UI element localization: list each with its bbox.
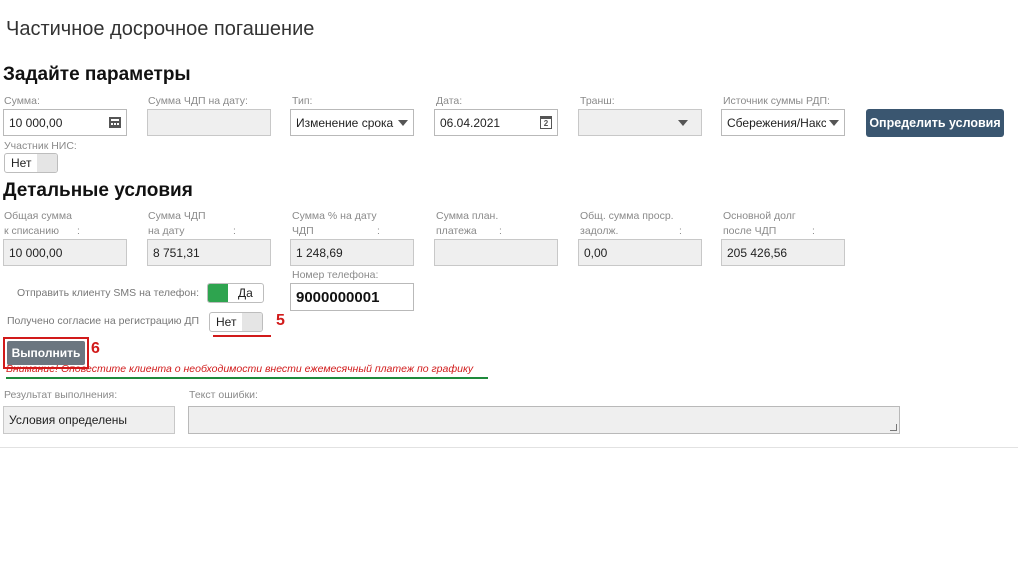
tranche-select[interactable] xyxy=(578,109,702,136)
detail-colon: : xyxy=(499,225,502,237)
chdp-amount-field: 8 751,31 xyxy=(147,239,271,266)
detail-label: на дату xyxy=(148,225,185,237)
amount-value: 10 000,00 xyxy=(9,115,63,130)
nis-participant-label: Участник НИС: xyxy=(4,140,77,152)
detail-colon: : xyxy=(679,225,682,237)
chdp-on-date-field xyxy=(147,109,271,136)
sms-value: Да xyxy=(238,286,253,300)
detail-colon: : xyxy=(377,225,380,237)
sms-toggle[interactable]: Да xyxy=(207,283,264,303)
consent-toggle[interactable]: Нет xyxy=(209,312,264,332)
detail-label: Сумма план. xyxy=(436,210,499,222)
result-label: Результат выполнения: xyxy=(4,389,118,401)
params-section-title: Задайте параметры xyxy=(3,64,191,85)
detail-colon: : xyxy=(812,225,815,237)
planned-payment-field xyxy=(434,239,558,266)
source-label: Источник суммы РДП: xyxy=(723,95,830,107)
consent-value: Нет xyxy=(216,315,237,329)
annotation-marker-5: 5 xyxy=(276,312,285,329)
detail-label: после ЧДП xyxy=(723,225,777,237)
source-value: Сбережения/Накс xyxy=(727,115,826,130)
determine-conditions-button[interactable]: Определить условия xyxy=(866,109,1004,137)
type-select[interactable]: Изменение срока xyxy=(290,109,414,136)
detail-label: задолж. xyxy=(580,225,619,237)
detail-label: платежа xyxy=(436,225,477,237)
detail-label: Основной долг xyxy=(723,210,796,222)
phone-value: 9000000001 xyxy=(296,288,380,306)
toggle-knob xyxy=(208,284,228,302)
detail-colon: : xyxy=(77,225,80,237)
type-label: Тип: xyxy=(292,95,313,107)
interest-amount-field: 1 248,69 xyxy=(290,239,414,266)
type-value: Изменение срока xyxy=(296,115,394,130)
detail-label: к списанию xyxy=(4,225,59,237)
divider xyxy=(0,447,1018,448)
detail-label: ЧДП xyxy=(292,225,314,237)
chdp-on-date-label: Сумма ЧДП на дату: xyxy=(148,95,248,107)
date-value: 06.04.2021 xyxy=(440,115,501,130)
overdue-debt-field: 0,00 xyxy=(578,239,702,266)
tranche-label: Транш: xyxy=(580,95,615,107)
toggle-knob xyxy=(242,313,263,331)
principal-after-field: 205 426,56 xyxy=(721,239,845,266)
error-label: Текст ошибки: xyxy=(189,389,258,401)
source-select[interactable]: Сбережения/Накс xyxy=(721,109,845,136)
annotation-underline-red xyxy=(213,335,271,337)
sms-label: Отправить клиенту SMS на телефон: xyxy=(17,287,199,299)
date-input[interactable]: 06.04.2021 2 xyxy=(434,109,558,136)
detail-colon: : xyxy=(233,225,236,237)
chevron-down-icon xyxy=(398,119,408,126)
page-title: Частичное досрочное погашение xyxy=(6,18,315,40)
result-field: Условия определены xyxy=(3,406,175,434)
date-label: Дата: xyxy=(436,95,463,107)
amount-label: Сумма: xyxy=(4,95,40,107)
annotation-underline-green xyxy=(6,377,488,379)
result-value: Условия определены xyxy=(9,413,128,427)
detail-label: Общая сумма xyxy=(4,210,72,222)
detail-label: Общ. сумма проср. xyxy=(580,210,674,222)
detail-label: Сумма % на дату xyxy=(292,210,377,222)
amount-input[interactable]: 10 000,00 xyxy=(3,109,127,136)
nis-participant-value: Нет xyxy=(11,156,32,170)
total-writeoff-field: 10 000,00 xyxy=(3,239,127,266)
detail-label: Сумма ЧДП xyxy=(148,210,206,222)
phone-label: Номер телефона: xyxy=(292,269,379,281)
toggle-knob xyxy=(37,154,58,172)
calendar-icon[interactable]: 2 xyxy=(540,116,552,129)
error-textarea[interactable] xyxy=(188,406,900,434)
annotation-marker-6: 6 xyxy=(91,340,100,357)
resize-handle-icon[interactable] xyxy=(890,424,897,431)
chevron-down-icon xyxy=(678,119,688,126)
chevron-down-icon xyxy=(829,119,839,126)
phone-input[interactable]: 9000000001 xyxy=(290,283,414,311)
details-section-title: Детальные условия xyxy=(3,180,193,201)
consent-label: Получено согласие на регистрацию ДП xyxy=(7,315,200,327)
nis-participant-toggle[interactable]: Нет xyxy=(4,153,59,173)
calculator-icon[interactable] xyxy=(109,117,121,128)
warning-text: Внимание! Оповестите клиента о необходим… xyxy=(6,363,474,375)
